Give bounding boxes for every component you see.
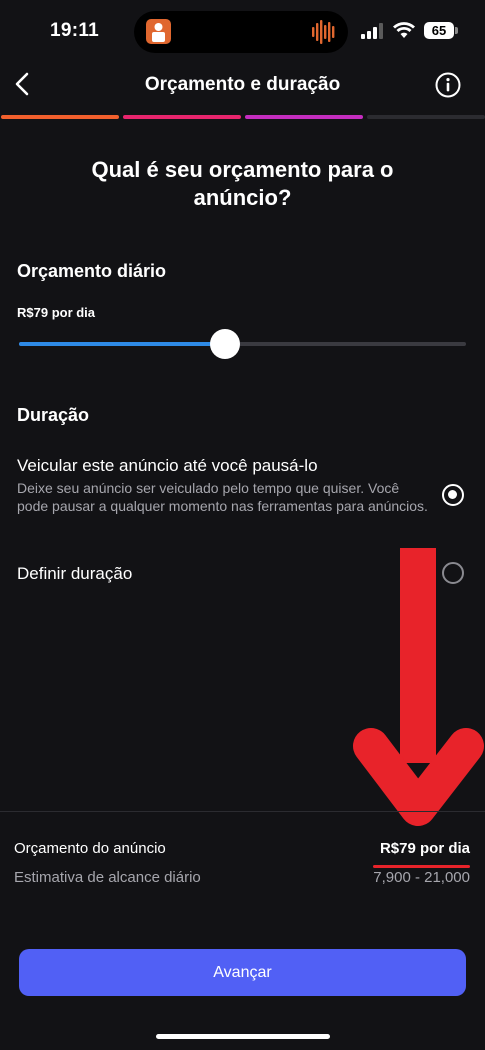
option-until-paused-description: Deixe seu anúncio ser veiculado pelo tem… [17, 480, 428, 514]
duration-heading: Duração [17, 405, 90, 425]
island-app-icon [146, 19, 171, 44]
radio-until-paused[interactable] [442, 484, 464, 506]
option-until-paused-title[interactable]: Veicular este anúncio até você pausá-lo [17, 456, 318, 476]
home-indicator [156, 1034, 330, 1039]
progress-step [1, 115, 119, 119]
summary-budget-label: Orçamento do anúncio [14, 840, 166, 857]
option-set-duration-title[interactable]: Definir duração [17, 564, 132, 584]
wifi-icon [393, 21, 415, 44]
audio-wave-icon [312, 20, 338, 49]
red-underline-annotation [373, 865, 470, 868]
page-title: Orçamento e duração [144, 74, 341, 95]
battery-tip [455, 27, 458, 34]
summary-reach-label: Estimativa de alcance diário [14, 869, 201, 886]
cellular-signal-icon [361, 23, 385, 44]
red-arrow-annotation [352, 548, 485, 838]
battery-level: 65 [424, 22, 454, 39]
summary-reach-value: 7,900 - 21,000 [373, 869, 470, 886]
budget-slider-fill [19, 342, 225, 346]
summary-budget-value: R$79 por dia [379, 840, 470, 857]
next-button[interactable]: Avançar [19, 949, 466, 996]
status-time: 19:11 [50, 20, 100, 41]
info-icon[interactable] [435, 72, 461, 103]
question-heading: Qual é seu orçamento para o anúncio? [91, 157, 394, 210]
budget-slider-thumb[interactable] [209, 329, 240, 359]
back-icon[interactable] [12, 72, 34, 96]
progress-step [367, 115, 485, 119]
progress-step [245, 115, 363, 119]
progress-step [123, 115, 241, 119]
daily-budget-value: R$79 por dia [17, 305, 96, 320]
budget-heading: Orçamento diário [17, 261, 167, 281]
footer-divider [0, 811, 485, 812]
